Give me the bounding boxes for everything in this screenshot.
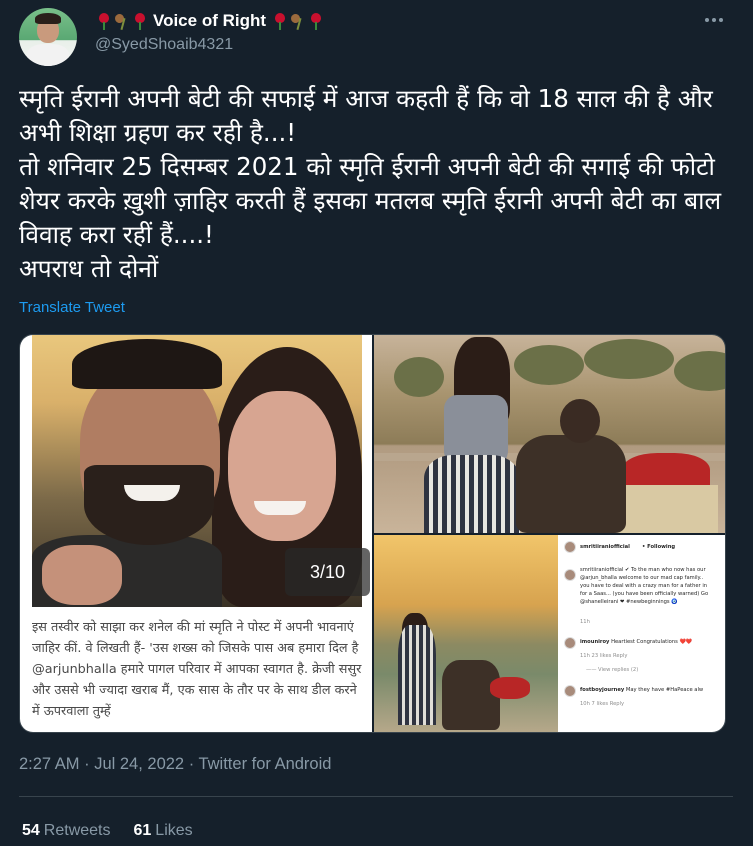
ig-comment-user: imouniroy Heartiest Congratulations ❤️❤️ <box>580 639 693 645</box>
proposal-image <box>374 335 725 533</box>
avatar[interactable] <box>19 8 77 66</box>
divider <box>19 796 733 797</box>
ig-comment-meta: 11h 23 likes Reply <box>580 653 628 659</box>
ig-avatar <box>564 541 576 553</box>
photo-counter: 3/10 <box>285 548 370 596</box>
ig-post-time: 11h <box>580 619 590 625</box>
rose-icon <box>95 12 111 30</box>
ig-account: smritiiraniofficial <box>580 544 630 550</box>
ig-post-line: for a Saas... (you have been officially … <box>580 591 709 597</box>
rose-icon <box>307 12 323 30</box>
tweet: Voice of Right @SyedShoaib4321 स्मृति ईर… <box>0 0 753 846</box>
ig-post-line: you have to deal with a crazy man for a … <box>580 583 708 589</box>
ig-post-line: @shanelleirani ❤ #newbeginnings 🧿 <box>580 599 678 605</box>
rose-icon <box>131 12 147 30</box>
ig-avatar <box>564 569 576 581</box>
avatar-hair <box>35 13 61 24</box>
ig-view-replies: —— View replies (2) <box>586 667 639 673</box>
ig-post-line: smritiiraniofficial ✔ To the man who now… <box>580 567 706 573</box>
retweets-stat[interactable]: 54 Retweets <box>22 822 111 840</box>
photo-caption: इस तस्वीर को साझा कर शनेल की मां स्मृति … <box>32 620 362 719</box>
wilted-flower-icon <box>289 12 305 30</box>
tweet-timestamp[interactable]: 2:27 AM · Jul 24, 2022 · Twitter for And… <box>19 755 331 774</box>
author-handle[interactable]: @SyedShoaib4321 <box>95 36 233 54</box>
author-display-name[interactable]: Voice of Right <box>153 11 266 31</box>
ig-comment-user: fostboyjourney May they have #HaPeace al… <box>580 687 704 693</box>
ig-comment-meta: 10h 7 likes Reply <box>580 701 625 707</box>
likes-stat[interactable]: 61 Likes <box>134 822 193 840</box>
tweet-text: स्मृति ईरानी अपनी बेटी की सफाई में आज कह… <box>19 84 722 283</box>
ig-avatar <box>564 637 576 649</box>
rose-icon <box>271 12 287 30</box>
engagement-stats: 54 Retweets 61 Likes <box>22 822 193 840</box>
media-grid: 3/10 इस तस्वीर को साझा कर शनेल की मां स्… <box>19 334 726 733</box>
avatar-shirt <box>27 44 69 66</box>
more-options-icon[interactable] <box>704 12 724 28</box>
media-photo-1[interactable]: 3/10 इस तस्वीर को साझा कर शनेल की मां स्… <box>20 335 372 732</box>
author-name-row[interactable]: Voice of Right <box>95 10 323 32</box>
translate-tweet-link[interactable]: Translate Tweet <box>19 299 125 316</box>
couple-selfie-image: 3/10 <box>32 335 370 607</box>
ig-post-line: @arjun_bhalla welcome to our mad cap fam… <box>580 575 704 581</box>
instagram-post-image <box>374 535 558 732</box>
media-photo-2[interactable] <box>374 335 725 533</box>
ig-avatar <box>564 685 576 697</box>
ig-following: • Following <box>642 544 676 550</box>
wilted-flower-icon <box>113 12 129 30</box>
instagram-comments-panel: smritiiraniofficial • Following smritiir… <box>558 535 725 732</box>
media-photo-3[interactable]: smritiiraniofficial • Following smritiir… <box>374 535 725 732</box>
